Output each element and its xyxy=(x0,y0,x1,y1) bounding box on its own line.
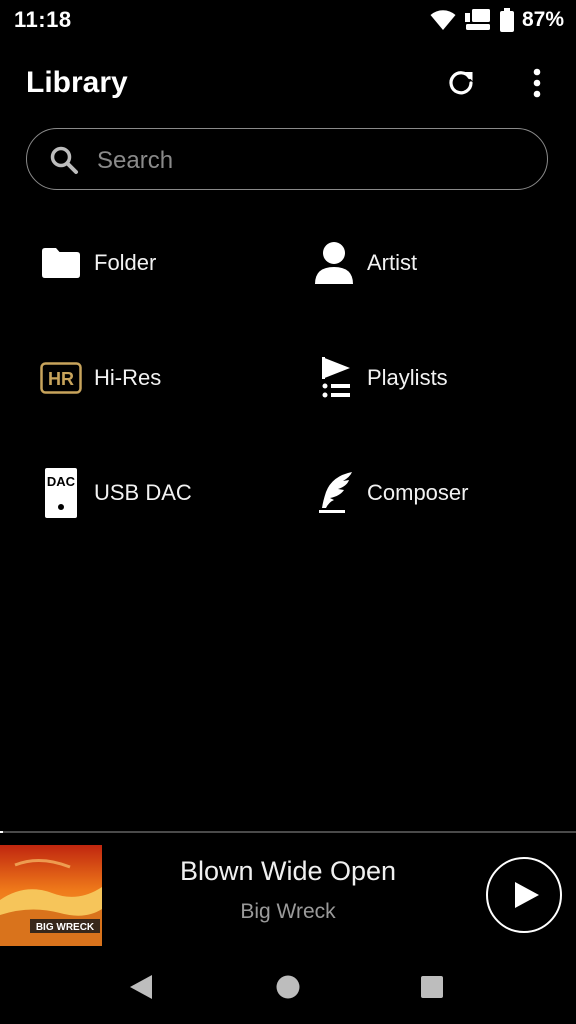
status-bar: 11:18 87% xyxy=(0,0,576,40)
progress-fill xyxy=(0,831,3,833)
category-composer[interactable]: Composer xyxy=(313,463,468,523)
battery-icon xyxy=(499,8,514,32)
recents-icon[interactable] xyxy=(417,962,447,1012)
album-art-text: BIG WRECK xyxy=(36,922,95,933)
usb-dac-icon-text: DAC xyxy=(47,474,76,489)
category-label: Composer xyxy=(367,480,469,505)
battery-percent: 87% xyxy=(521,8,564,31)
track-artist[interactable]: Big Wreck xyxy=(120,900,456,924)
category-label: Artist xyxy=(367,250,418,275)
folder-icon xyxy=(40,240,82,286)
home-icon[interactable] xyxy=(273,962,303,1012)
progress-track[interactable] xyxy=(0,831,576,833)
cast-icon xyxy=(464,9,490,30)
track-title[interactable]: Blown Wide Open xyxy=(120,856,456,887)
category-artist[interactable]: Artist xyxy=(313,233,417,293)
album-art[interactable]: BIG WRECK xyxy=(0,845,102,946)
page-title: Library xyxy=(26,66,128,99)
play-button[interactable] xyxy=(486,857,562,933)
category-hi-res[interactable]: HR Hi-Res xyxy=(40,348,161,408)
category-label: Hi-Res xyxy=(94,365,162,390)
play-icon xyxy=(515,882,539,908)
playlist-icon xyxy=(313,355,355,401)
back-icon[interactable] xyxy=(126,962,156,1012)
status-time: 11:18 xyxy=(14,7,72,32)
category-label: USB DAC xyxy=(94,480,192,505)
quill-icon xyxy=(313,470,355,516)
category-folder[interactable]: Folder xyxy=(40,233,156,293)
status-icons: 87% xyxy=(430,6,564,34)
usb-dac-icon: DAC xyxy=(40,468,82,518)
category-label: Folder xyxy=(94,250,157,275)
hi-res-icon-text: HR xyxy=(48,369,74,389)
search-icon xyxy=(50,146,78,174)
person-icon xyxy=(313,240,355,286)
search-input[interactable] xyxy=(95,141,519,181)
hi-res-icon: HR xyxy=(40,355,82,401)
category-label: Playlists xyxy=(367,365,448,390)
search-bar[interactable] xyxy=(26,128,548,190)
more-options-icon[interactable] xyxy=(524,66,550,100)
category-usb-dac[interactable]: DAC USB DAC xyxy=(40,463,192,523)
category-playlists[interactable]: Playlists xyxy=(313,348,448,408)
refresh-icon[interactable] xyxy=(444,66,478,100)
wifi-icon xyxy=(430,10,456,30)
